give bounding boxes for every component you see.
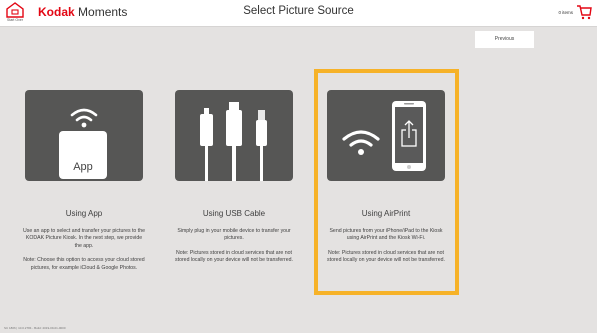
usb-cable-tile[interactable] xyxy=(175,90,293,181)
cart-icon[interactable] xyxy=(576,4,592,20)
app-icon: App xyxy=(59,131,107,179)
app-tile[interactable]: App xyxy=(25,90,143,181)
option-description: Simply plug in your mobile device to tra… xyxy=(177,228,291,242)
option-note: Note: Choose this option to access your … xyxy=(23,257,145,271)
build-info: SC 1806 | 10.0.2784 - Build: 2019-09-01-… xyxy=(4,326,66,330)
option-using-app[interactable]: App Using App Use an app to select and t… xyxy=(19,90,149,272)
previous-button[interactable]: Previous xyxy=(475,31,534,48)
option-using-usb-cable[interactable]: Using USB Cable Simply plug in your mobi… xyxy=(169,90,299,265)
option-title: Using App xyxy=(65,209,103,218)
option-title: Using USB Cable xyxy=(202,209,266,218)
wifi-icon xyxy=(70,108,98,128)
option-note: Note: Pictures stored in cloud services … xyxy=(175,249,293,264)
top-bar: Start Over Kodak Moments Select Picture … xyxy=(0,0,597,27)
start-over-label: Start Over xyxy=(7,18,23,22)
cart-count: 0 items xyxy=(558,10,573,15)
selected-option-highlight xyxy=(314,69,459,295)
usb-cable-icon xyxy=(200,102,267,181)
page-title: Select Picture Source xyxy=(243,5,354,17)
option-description: Use an app to select and transfer your p… xyxy=(23,228,145,249)
